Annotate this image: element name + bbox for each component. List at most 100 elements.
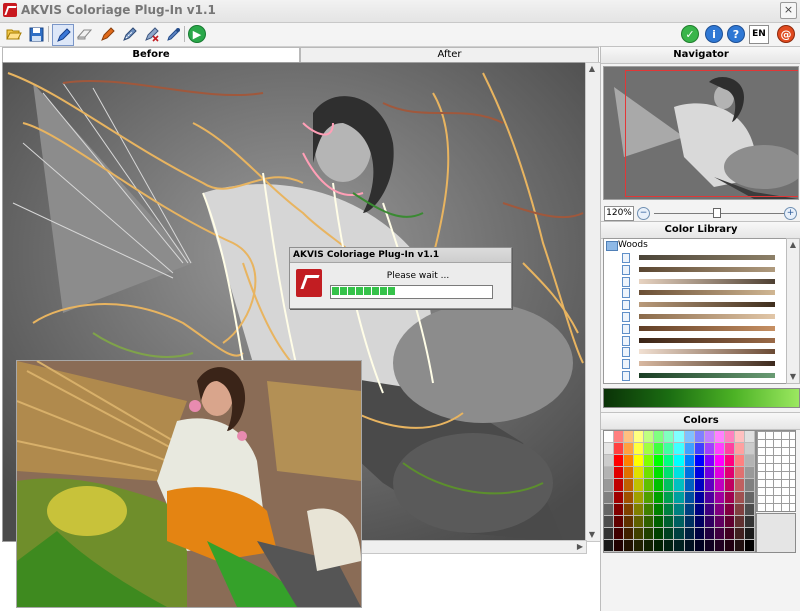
eraser-icon[interactable] (75, 24, 95, 44)
color-swatch[interactable] (744, 539, 755, 552)
color-swatch[interactable] (614, 527, 625, 540)
color-swatch[interactable] (714, 527, 725, 540)
color-swatch[interactable] (744, 431, 755, 444)
color-swatch[interactable] (644, 515, 655, 528)
color-swatch[interactable] (724, 479, 735, 492)
vertical-scrollbar[interactable]: ▲ ▼ (585, 62, 601, 542)
color-swatch[interactable] (734, 515, 745, 528)
library-scrollbar[interactable]: ▲ ▼ (786, 238, 800, 384)
color-swatch[interactable] (654, 479, 665, 492)
library-item[interactable] (604, 276, 787, 288)
pencil-icon[interactable] (52, 24, 74, 46)
color-swatch[interactable] (624, 431, 635, 444)
color-swatch[interactable] (714, 443, 725, 456)
color-swatch[interactable] (604, 539, 615, 552)
color-swatch[interactable] (664, 491, 675, 504)
language-button[interactable]: EN (749, 25, 769, 44)
color-swatch[interactable] (614, 503, 625, 516)
library-item[interactable] (604, 252, 787, 264)
zoom-out-button[interactable]: − (637, 207, 650, 220)
color-swatch[interactable] (734, 539, 745, 552)
color-swatch[interactable] (644, 479, 655, 492)
color-swatch[interactable] (744, 467, 755, 480)
color-pencil-icon[interactable] (97, 24, 117, 44)
horizontal-scrollbar[interactable]: ▶ (360, 540, 587, 554)
color-swatch[interactable] (704, 455, 715, 468)
library-folder[interactable]: Woods (604, 239, 787, 252)
color-swatch[interactable] (624, 515, 635, 528)
color-swatch[interactable] (694, 455, 705, 468)
color-swatch[interactable] (714, 431, 725, 444)
library-item[interactable] (604, 382, 787, 383)
color-swatch[interactable] (664, 503, 675, 516)
color-swatch[interactable] (694, 467, 705, 480)
color-swatch[interactable] (614, 431, 625, 444)
color-swatch[interactable] (654, 467, 665, 480)
color-swatch[interactable] (704, 503, 715, 516)
color-swatch[interactable] (674, 443, 685, 456)
color-swatch[interactable] (694, 431, 705, 444)
color-swatch[interactable] (614, 479, 625, 492)
color-swatch[interactable] (724, 491, 735, 504)
color-swatch[interactable] (644, 527, 655, 540)
color-swatch[interactable] (604, 515, 615, 528)
color-swatch[interactable] (674, 479, 685, 492)
color-swatch[interactable] (744, 455, 755, 468)
zoom-in-button[interactable]: + (784, 207, 797, 220)
color-swatch[interactable] (604, 467, 615, 480)
color-swatch[interactable] (674, 515, 685, 528)
color-swatch[interactable] (724, 443, 735, 456)
color-swatch[interactable] (744, 515, 755, 528)
color-swatch[interactable] (654, 431, 665, 444)
library-item[interactable] (604, 287, 787, 299)
color-swatch[interactable] (684, 527, 695, 540)
akvis-logo-icon[interactable]: @ (776, 24, 796, 44)
color-swatch[interactable] (714, 503, 725, 516)
color-swatch[interactable] (604, 527, 615, 540)
color-swatch[interactable] (634, 515, 645, 528)
color-swatch[interactable] (604, 491, 615, 504)
color-swatch[interactable] (684, 443, 695, 456)
scroll-up-icon[interactable]: ▲ (586, 63, 598, 75)
color-swatch[interactable] (624, 491, 635, 504)
color-swatch[interactable] (704, 491, 715, 504)
color-swatch[interactable] (654, 491, 665, 504)
color-swatch[interactable] (624, 443, 635, 456)
color-swatch[interactable] (604, 479, 615, 492)
color-swatch[interactable] (664, 443, 675, 456)
color-swatch[interactable] (734, 467, 745, 480)
color-swatch[interactable] (624, 539, 635, 552)
color-swatch[interactable] (634, 479, 645, 492)
color-swatch[interactable] (704, 479, 715, 492)
library-item[interactable] (604, 346, 787, 358)
color-swatch[interactable] (724, 431, 735, 444)
library-item[interactable] (604, 370, 787, 382)
color-swatch[interactable] (674, 455, 685, 468)
color-swatch[interactable] (724, 503, 735, 516)
color-swatch[interactable] (614, 491, 625, 504)
color-swatch[interactable] (704, 527, 715, 540)
keep-pencil-icon[interactable] (119, 24, 139, 44)
current-color-swatch[interactable] (756, 513, 796, 553)
color-swatch[interactable] (664, 467, 675, 480)
color-palette[interactable] (603, 430, 756, 553)
color-swatch[interactable] (614, 467, 625, 480)
color-swatch[interactable] (644, 443, 655, 456)
color-swatch[interactable] (674, 431, 685, 444)
library-item[interactable] (604, 299, 787, 311)
color-swatch[interactable] (654, 539, 665, 552)
run-icon[interactable]: ▶ (187, 24, 207, 44)
color-swatch[interactable] (634, 539, 645, 552)
color-swatch[interactable] (734, 431, 745, 444)
tab-after[interactable]: After (300, 47, 599, 63)
color-library-list[interactable]: Woods (603, 238, 788, 384)
color-swatch[interactable] (744, 443, 755, 456)
color-swatch[interactable] (704, 515, 715, 528)
color-swatch[interactable] (624, 455, 635, 468)
scroll-up-icon[interactable]: ▲ (787, 239, 799, 251)
zoom-slider-thumb[interactable] (713, 208, 722, 218)
color-swatch[interactable] (714, 491, 725, 504)
color-swatch[interactable] (734, 455, 745, 468)
color-swatch[interactable] (684, 503, 695, 516)
library-item[interactable] (604, 335, 787, 347)
